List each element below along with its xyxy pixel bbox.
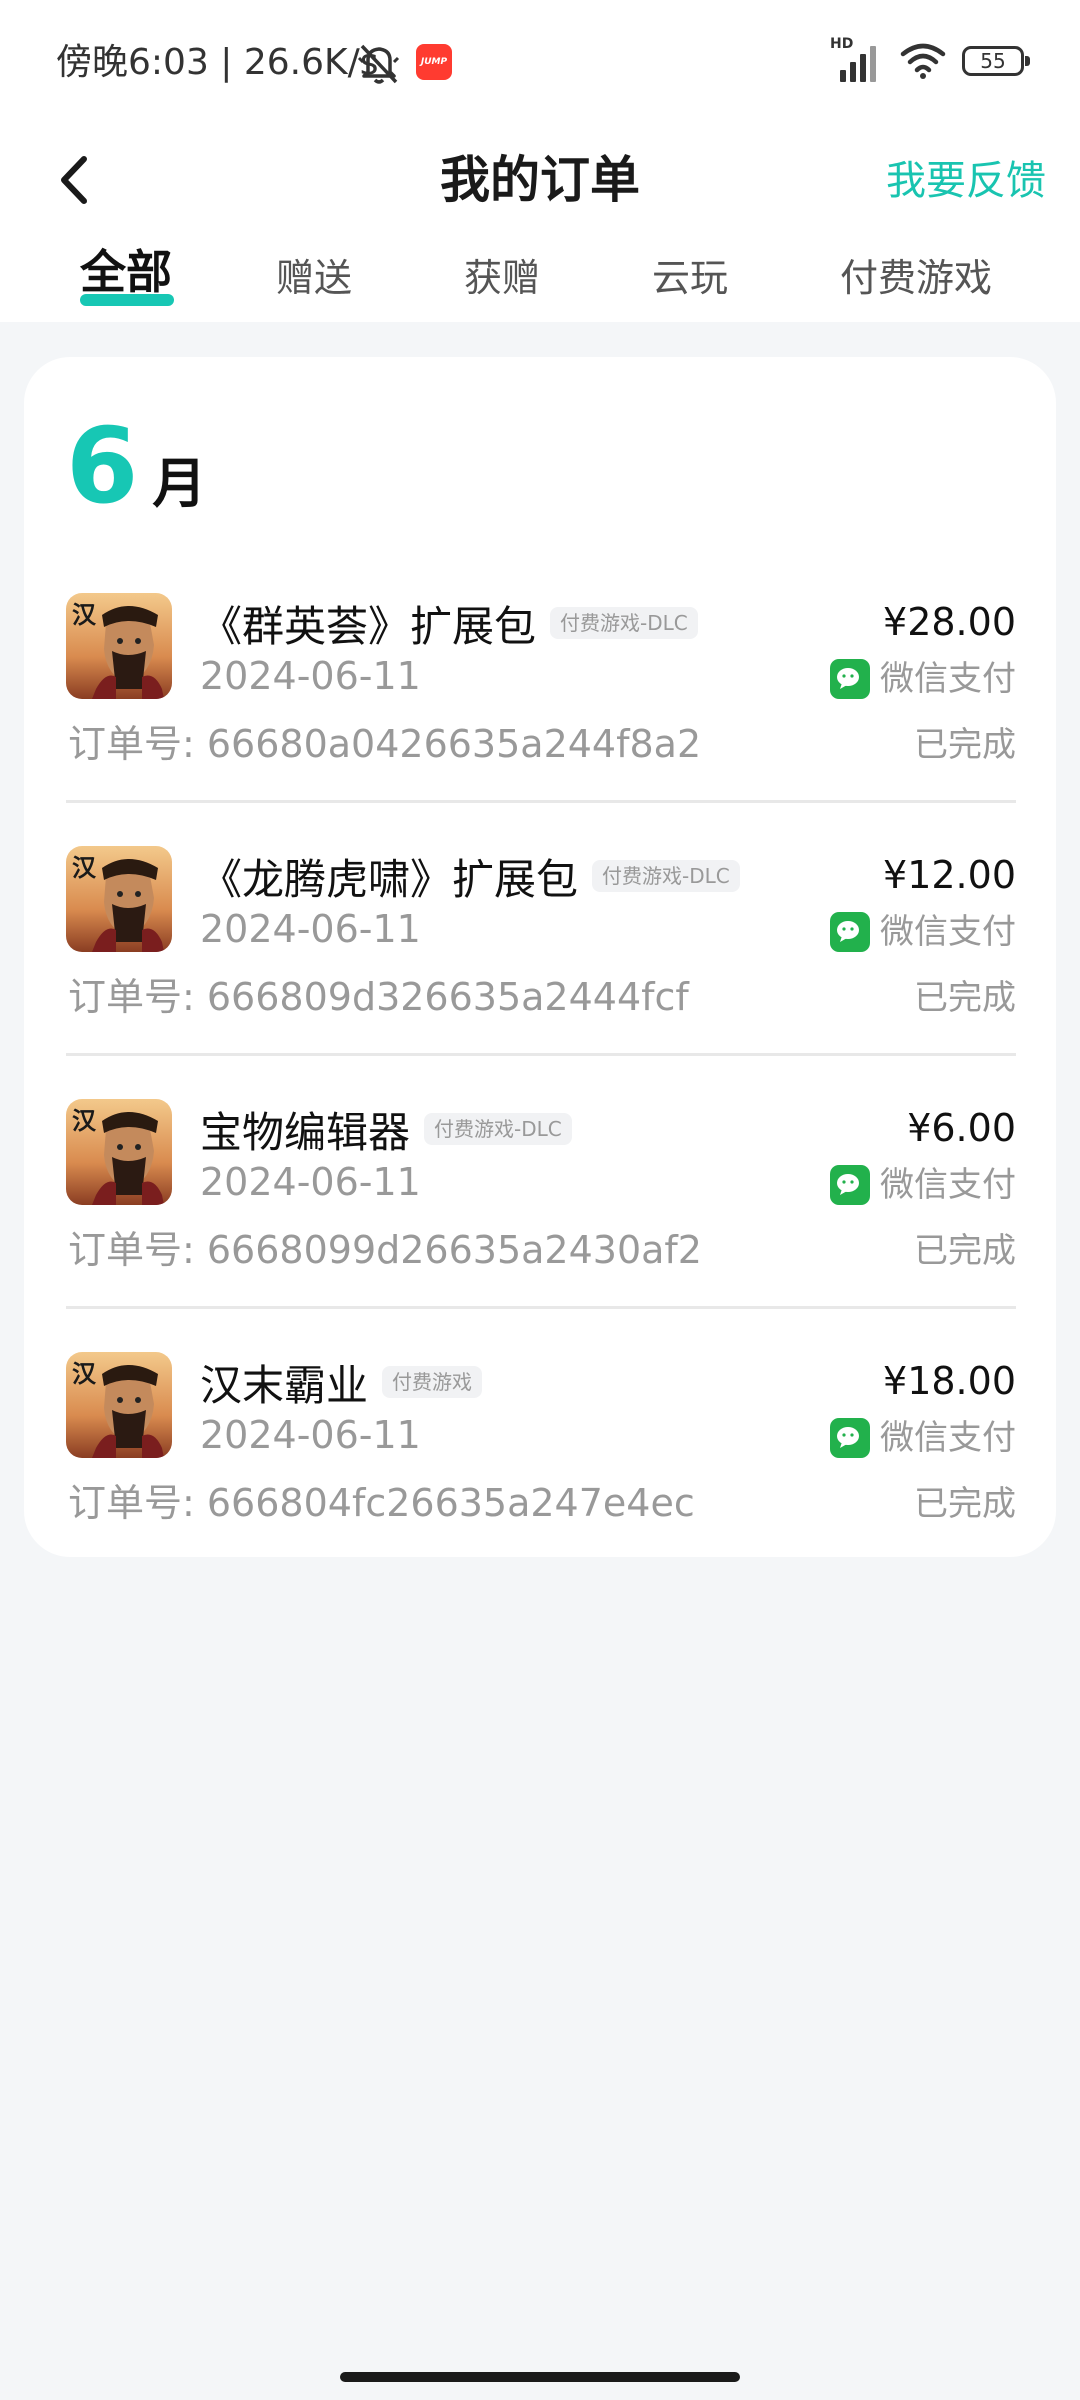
tab-paid-games[interactable]: 付费游戏 xyxy=(840,250,992,306)
month-number: 6 xyxy=(66,405,139,527)
battery-icon: 55 xyxy=(962,46,1030,76)
order-item[interactable]: 汉 《龙腾虎啸》扩展包 付费游戏-DLC 2024-06-11 订单号: 666… xyxy=(66,846,1016,1056)
order-date: 2024-06-11 xyxy=(200,1413,421,1457)
wechat-pay-icon xyxy=(830,1165,870,1205)
order-status: 已完成 xyxy=(914,1231,1016,1271)
wifi-icon xyxy=(900,43,946,79)
order-status: 已完成 xyxy=(914,725,1016,765)
order-status: 已完成 xyxy=(914,1484,1016,1524)
payment-method: 微信支付 xyxy=(830,1163,1016,1207)
game-icon-char: 汉 xyxy=(72,600,97,629)
tab-received[interactable]: 获赠 xyxy=(464,250,540,306)
order-divider xyxy=(66,1306,1016,1309)
game-icon-char: 汉 xyxy=(72,1106,97,1135)
payment-label: 微信支付 xyxy=(880,1418,1016,1458)
order-number: 订单号: 666809d326635a2444fcf xyxy=(68,975,689,1019)
jump-app-icon: JUMP xyxy=(416,44,452,80)
order-item[interactable]: 汉 汉末霸业 付费游戏 2024-06-11 订单号: 666804fc2663… xyxy=(66,1352,1016,1562)
status-time: 傍晚6:03 | 26.6K/s xyxy=(56,42,379,83)
game-icon-char: 汉 xyxy=(72,853,97,882)
tab-bar: 全部 赠送 获赠 云玩 付费游戏 xyxy=(0,245,1080,320)
order-item[interactable]: 汉 《群英荟》扩展包 付费游戏-DLC 2024-06-11 订单号: 6668… xyxy=(66,593,1016,803)
order-number: 订单号: 66680a0426635a244f8a2 xyxy=(68,722,702,766)
game-name-row: 《龙腾虎啸》扩展包 付费游戏-DLC xyxy=(200,846,740,906)
game-icon: 汉 xyxy=(66,593,172,699)
order-date: 2024-06-11 xyxy=(200,907,421,951)
month-header: 6 月 xyxy=(66,411,206,521)
month-unit: 月 xyxy=(152,452,207,515)
order-divider xyxy=(66,1053,1016,1056)
order-price: ¥12.00 xyxy=(883,853,1016,897)
feedback-link[interactable]: 我要反馈 xyxy=(886,153,1046,209)
order-number: 订单号: 6668099d26635a2430af2 xyxy=(68,1228,702,1272)
status-bar: 傍晚6:03 | 26.6K/s JUMP HD 55 xyxy=(0,0,1080,125)
wechat-pay-icon xyxy=(830,912,870,952)
home-indicator[interactable] xyxy=(340,2372,740,2382)
game-tag: 付费游戏 xyxy=(382,1366,483,1398)
game-icon: 汉 xyxy=(66,1352,172,1458)
order-status: 已完成 xyxy=(914,978,1016,1018)
order-date: 2024-06-11 xyxy=(200,1160,421,1204)
tab-all[interactable]: 全部 xyxy=(80,244,172,300)
game-tag: 付费游戏-DLC xyxy=(592,860,740,892)
game-icon: 汉 xyxy=(66,846,172,952)
payment-method: 微信支付 xyxy=(830,657,1016,701)
tab-cloud-play[interactable]: 云玩 xyxy=(652,250,728,306)
cell-signal-icon: HD xyxy=(830,36,884,82)
tab-label: 全部 xyxy=(80,245,172,299)
payment-label: 微信支付 xyxy=(880,1165,1016,1205)
order-number: 订单号: 666804fc26635a247e4ec xyxy=(68,1481,695,1525)
order-item[interactable]: 汉 宝物编辑器 付费游戏-DLC 2024-06-11 订单号: 6668099… xyxy=(66,1099,1016,1309)
payment-label: 微信支付 xyxy=(880,659,1016,699)
status-right: HD 55 xyxy=(830,36,1030,82)
order-price: ¥6.00 xyxy=(907,1106,1016,1150)
payment-method: 微信支付 xyxy=(830,910,1016,954)
payment-method: 微信支付 xyxy=(830,1416,1016,1460)
game-tag: 付费游戏-DLC xyxy=(550,607,698,639)
game-name-row: 汉末霸业 付费游戏 xyxy=(200,1352,483,1412)
wechat-pay-icon xyxy=(830,1418,870,1458)
game-tag: 付费游戏-DLC xyxy=(424,1113,572,1145)
orders-card: 6 月 汉 《群英荟》扩展包 付费游戏-DLC 2024-06-11 订单号: … xyxy=(24,357,1056,1557)
order-price: ¥18.00 xyxy=(883,1359,1016,1403)
game-name: 《群英荟》扩展包 xyxy=(200,601,537,651)
order-divider xyxy=(66,800,1016,803)
header: 我的订单 我要反馈 xyxy=(0,125,1080,235)
game-icon: 汉 xyxy=(66,1099,172,1205)
game-name: 汉末霸业 xyxy=(200,1360,369,1410)
game-icon-char: 汉 xyxy=(72,1359,97,1388)
mute-icon xyxy=(357,44,400,84)
order-price: ¥28.00 xyxy=(883,600,1016,644)
game-name-row: 《群英荟》扩展包 付费游戏-DLC xyxy=(200,593,698,653)
wechat-pay-icon xyxy=(830,659,870,699)
game-name-row: 宝物编辑器 付费游戏-DLC xyxy=(200,1099,572,1159)
network-label: HD xyxy=(830,36,854,52)
order-date: 2024-06-11 xyxy=(200,654,421,698)
game-name: 宝物编辑器 xyxy=(200,1107,411,1157)
game-name: 《龙腾虎啸》扩展包 xyxy=(200,854,579,904)
payment-label: 微信支付 xyxy=(880,912,1016,952)
top-area: 傍晚6:03 | 26.6K/s JUMP HD 55 我的订单 我要反馈 全部… xyxy=(0,0,1080,322)
tab-gift[interactable]: 赠送 xyxy=(276,250,352,306)
